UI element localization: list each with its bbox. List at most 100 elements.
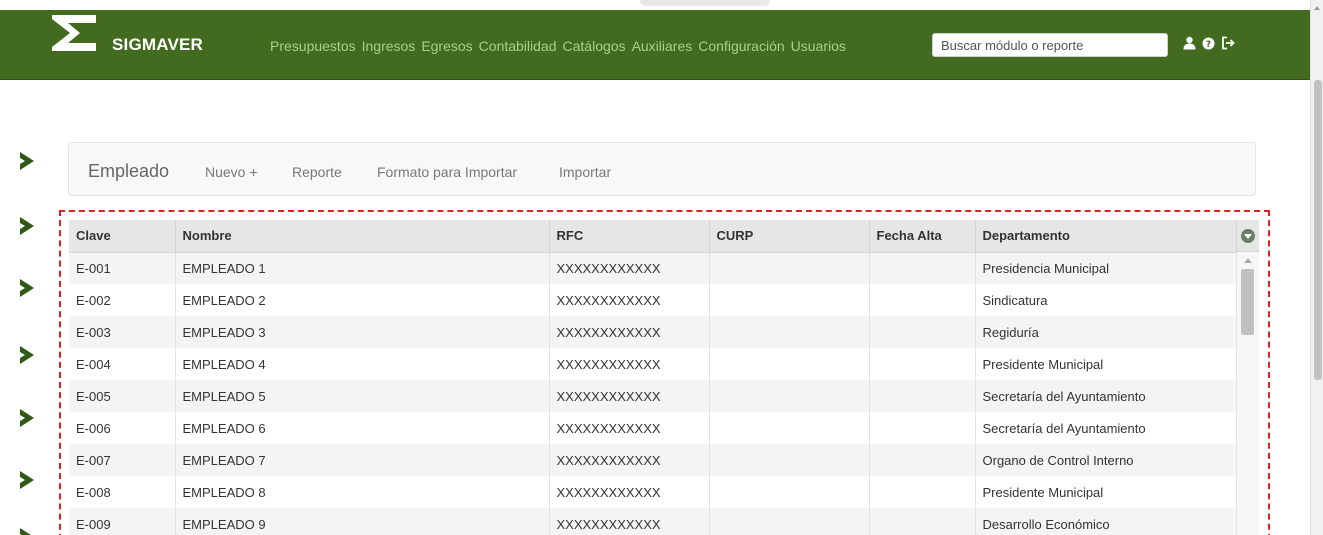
cell-fecha-alta <box>869 380 976 412</box>
menu-item-egresos[interactable]: Egresos <box>421 38 472 54</box>
tab-shape <box>640 0 770 6</box>
employee-grid: Clave Nombre RFC CURP Fecha Alta Departa… <box>69 220 1259 535</box>
table-row[interactable]: E-008 EMPLEADO 8 XXXXXXXXXXXX Presidente… <box>69 476 1237 508</box>
cell-nombre: EMPLEADO 3 <box>175 316 550 348</box>
cell-fecha-alta <box>869 284 976 316</box>
cell-fecha-alta <box>869 444 976 476</box>
cell-clave: E-001 <box>69 252 176 284</box>
employee-table: Clave Nombre RFC CURP Fecha Alta Departa… <box>69 220 1237 535</box>
cell-curp <box>709 412 870 444</box>
table-row[interactable]: E-009 EMPLEADO 9 XXXXXXXXXXXX Desarrollo… <box>69 508 1237 535</box>
cell-curp <box>709 380 870 412</box>
cell-nombre: EMPLEADO 6 <box>175 412 550 444</box>
cell-curp <box>709 252 870 284</box>
menu-item-usuarios[interactable]: Usuarios <box>791 38 846 54</box>
cell-curp <box>709 508 870 535</box>
column-header-clave[interactable]: Clave <box>69 220 176 253</box>
search-input[interactable] <box>932 33 1168 57</box>
cell-rfc: XXXXXXXXXXXX <box>549 316 710 348</box>
cell-departamento: Presidente Municipal <box>975 348 1237 380</box>
menu-item-auxiliares[interactable]: Auxiliares <box>632 38 693 54</box>
cell-departamento: Regiduría <box>975 316 1237 348</box>
column-header-nombre[interactable]: Nombre <box>175 220 550 253</box>
column-header-curp[interactable]: CURP <box>709 220 870 253</box>
cell-departamento: Presidente Municipal <box>975 476 1237 508</box>
page-title: Empleado <box>88 161 170 181</box>
table-row[interactable]: E-002 EMPLEADO 2 XXXXXXXXXXXX Sindicatur… <box>69 284 1237 316</box>
page-scrollbar-thumb[interactable] <box>1314 80 1322 380</box>
cell-departamento: Desarrollo Económico <box>975 508 1237 535</box>
scroll-up-icon[interactable] <box>1244 258 1252 263</box>
chevron-right-icon[interactable] <box>16 527 36 535</box>
cell-fecha-alta <box>869 348 976 380</box>
chevron-right-icon[interactable] <box>16 151 36 171</box>
cell-departamento: Sindicatura <box>975 284 1237 316</box>
cell-fecha-alta <box>869 508 976 535</box>
chevron-right-icon[interactable] <box>16 278 36 298</box>
table-row[interactable]: E-007 EMPLEADO 7 XXXXXXXXXXXX Organo de … <box>69 444 1237 476</box>
cell-rfc: XXXXXXXXXXXX <box>549 508 710 535</box>
top-navbar: SIGMAVER Presupuestos Ingresos Egresos C… <box>0 10 1310 80</box>
cell-rfc: XXXXXXXXXXXX <box>549 412 710 444</box>
column-menu-button[interactable] <box>1237 220 1259 252</box>
table-row[interactable]: E-004 EMPLEADO 4 XXXXXXXXXXXX Presidente… <box>69 348 1237 380</box>
cell-clave: E-007 <box>69 444 176 476</box>
new-button[interactable]: Nuevo + <box>205 164 258 180</box>
table-row[interactable]: E-001 EMPLEADO 1 XXXXXXXXXXXX Presidenci… <box>69 252 1237 284</box>
menu-item-configuracion[interactable]: Configuración <box>698 38 784 54</box>
cell-curp <box>709 348 870 380</box>
chevron-right-icon[interactable] <box>16 408 36 428</box>
cell-fecha-alta <box>869 412 976 444</box>
scrollbar-thumb[interactable] <box>1241 269 1254 335</box>
help-icon[interactable]: ? <box>1202 37 1215 50</box>
cell-clave: E-008 <box>69 476 176 508</box>
cell-clave: E-003 <box>69 316 176 348</box>
cell-departamento: Presidencia Municipal <box>975 252 1237 284</box>
column-header-departamento[interactable]: Departamento <box>975 220 1237 253</box>
table-row[interactable]: E-005 EMPLEADO 5 XXXXXXXXXXXX Secretaría… <box>69 380 1237 412</box>
browser-top-strip <box>0 0 1310 10</box>
table-row[interactable]: E-003 EMPLEADO 3 XXXXXXXXXXXX Regiduría <box>69 316 1237 348</box>
table-row[interactable]: E-006 EMPLEADO 6 XXXXXXXXXXXX Secretaría… <box>69 412 1237 444</box>
table-header-row: Clave Nombre RFC CURP Fecha Alta Departa… <box>69 220 1237 253</box>
cell-nombre: EMPLEADO 5 <box>175 380 550 412</box>
import-button[interactable]: Importar <box>559 164 611 180</box>
import-format-button[interactable]: Formato para Importar <box>377 164 517 180</box>
scroll-up-icon[interactable] <box>1314 6 1320 10</box>
chevron-right-icon[interactable] <box>16 216 36 236</box>
menu-item-ingresos[interactable]: Ingresos <box>362 38 416 54</box>
column-header-fecha-alta[interactable]: Fecha Alta <box>869 220 976 253</box>
svg-text:?: ? <box>1206 40 1211 50</box>
cell-nombre: EMPLEADO 7 <box>175 444 550 476</box>
menu-item-presupuestos[interactable]: Presupuestos <box>270 38 356 54</box>
chevron-right-icon[interactable] <box>16 470 36 490</box>
cell-fecha-alta <box>869 476 976 508</box>
cell-fecha-alta <box>869 252 976 284</box>
menu-item-contabilidad[interactable]: Contabilidad <box>479 38 557 54</box>
cell-rfc: XXXXXXXXXXXX <box>549 284 710 316</box>
brand-name[interactable]: SIGMAVER <box>112 35 203 55</box>
menu-item-catalogos[interactable]: Catálogos <box>563 38 626 54</box>
cell-nombre: EMPLEADO 8 <box>175 476 550 508</box>
cell-nombre: EMPLEADO 2 <box>175 284 550 316</box>
column-header-rfc[interactable]: RFC <box>549 220 710 253</box>
cell-clave: E-002 <box>69 284 176 316</box>
sigmaver-logo-icon[interactable] <box>50 13 98 53</box>
cell-curp <box>709 316 870 348</box>
nav-icons: ? <box>1183 36 1237 50</box>
cell-clave: E-006 <box>69 412 176 444</box>
grid-scrollbar[interactable] <box>1237 252 1259 535</box>
cell-curp <box>709 444 870 476</box>
cell-rfc: XXXXXXXXXXXX <box>549 348 710 380</box>
cell-rfc: XXXXXXXXXXXX <box>549 380 710 412</box>
user-icon[interactable] <box>1183 36 1196 50</box>
main-menu: Presupuestos Ingresos Egresos Contabilid… <box>270 38 846 54</box>
cell-departamento: Organo de Control Interno <box>975 444 1237 476</box>
chevron-right-icon[interactable] <box>16 345 36 365</box>
page-scrollbar[interactable] <box>1310 0 1323 535</box>
cell-nombre: EMPLEADO 4 <box>175 348 550 380</box>
report-button[interactable]: Reporte <box>292 164 342 180</box>
logout-icon[interactable] <box>1221 36 1237 50</box>
module-toolbar: Empleado Nuevo + Reporte Formato para Im… <box>68 142 1256 196</box>
cell-rfc: XXXXXXXXXXXX <box>549 444 710 476</box>
